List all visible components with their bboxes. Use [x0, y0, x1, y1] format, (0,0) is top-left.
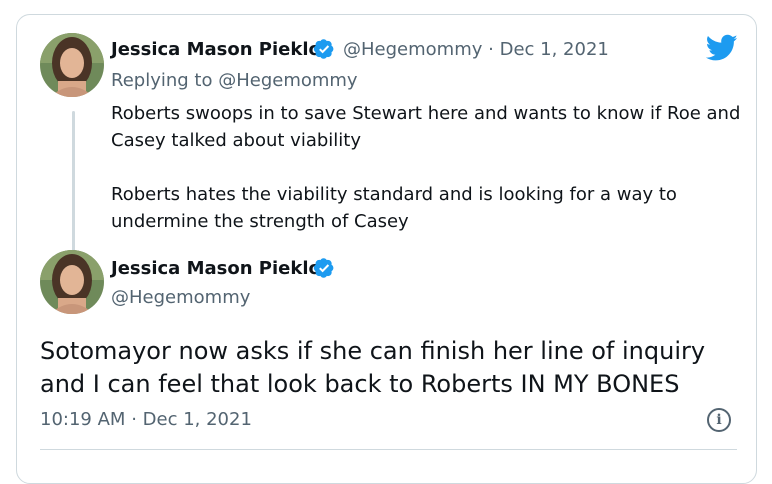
verified-badge-icon: [313, 258, 334, 278]
divider: [40, 449, 737, 450]
main-author-name[interactable]: Jessica Mason Pieklo: [111, 258, 321, 279]
twitter-bird-icon[interactable]: [706, 34, 738, 62]
author-avatar[interactable]: [40, 33, 104, 97]
tweet-date[interactable]: Dec 1, 2021: [143, 409, 252, 430]
separator-dot: ·: [131, 409, 137, 430]
replying-to-handle[interactable]: @Hegemommy: [218, 70, 357, 91]
reply-handle-date: @Hegemommy · Dec 1, 2021: [343, 39, 609, 60]
main-tweet-text: Sotomayor now asks if she can finish her…: [40, 337, 706, 398]
embedded-tweet-card: Jessica Mason Pieklo @Hegemommy · Dec 1,…: [16, 14, 757, 484]
reply-author-name[interactable]: Jessica Mason Pieklo: [111, 39, 321, 60]
reply-date[interactable]: Dec 1, 2021: [500, 39, 609, 60]
tweet-timestamp[interactable]: 10:19 AM · Dec 1, 2021: [40, 409, 252, 430]
main-handle[interactable]: @Hegemommy: [111, 287, 250, 308]
replying-to-prefix: Replying to: [111, 70, 219, 91]
reply-handle[interactable]: @Hegemommy: [343, 39, 482, 60]
main-author-avatar[interactable]: [40, 250, 104, 314]
reply-paragraph-2: Roberts hates the viability standard and…: [111, 184, 677, 232]
info-icon[interactable]: i: [707, 408, 731, 432]
replying-to-line: Replying to @Hegemommy: [111, 70, 358, 91]
verified-badge-icon: [313, 39, 334, 59]
separator-dot: ·: [488, 39, 494, 60]
reply-paragraph-1: Roberts swoops in to save Stewart here a…: [111, 103, 741, 151]
tweet-time[interactable]: 10:19 AM: [40, 409, 125, 430]
thread-connector-line: [72, 111, 75, 259]
